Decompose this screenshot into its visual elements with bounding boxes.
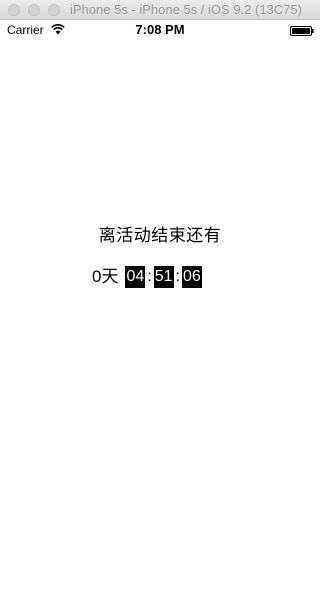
countdown-title: 离活动结束还有 [98, 226, 222, 245]
ios-status-bar: Carrier 7:08 PM [0, 20, 320, 40]
window-title: iPhone 5s - iPhone 5s / iOS 9.2 (13C75) [70, 2, 302, 17]
countdown-days: 0天 [92, 267, 119, 286]
countdown-separator: : [147, 268, 152, 285]
minimize-window-button[interactable] [28, 4, 40, 16]
simulator-window: iPhone 5s - iPhone 5s / iOS 9.2 (13C75) … [0, 0, 320, 589]
zoom-window-button[interactable] [48, 4, 60, 16]
countdown-minutes: 51 [153, 266, 174, 288]
countdown-hours: 04 [125, 266, 146, 288]
countdown-seconds: 06 [181, 266, 202, 288]
simulator-title-bar: iPhone 5s - iPhone 5s / iOS 9.2 (13C75) [0, 0, 320, 20]
close-window-button[interactable] [8, 4, 20, 16]
countdown-separator: : [175, 268, 180, 285]
battery-icon [290, 26, 314, 36]
countdown-timer: 0天 04 : 51 : 06 [92, 266, 202, 288]
status-time: 7:08 PM [135, 22, 185, 37]
